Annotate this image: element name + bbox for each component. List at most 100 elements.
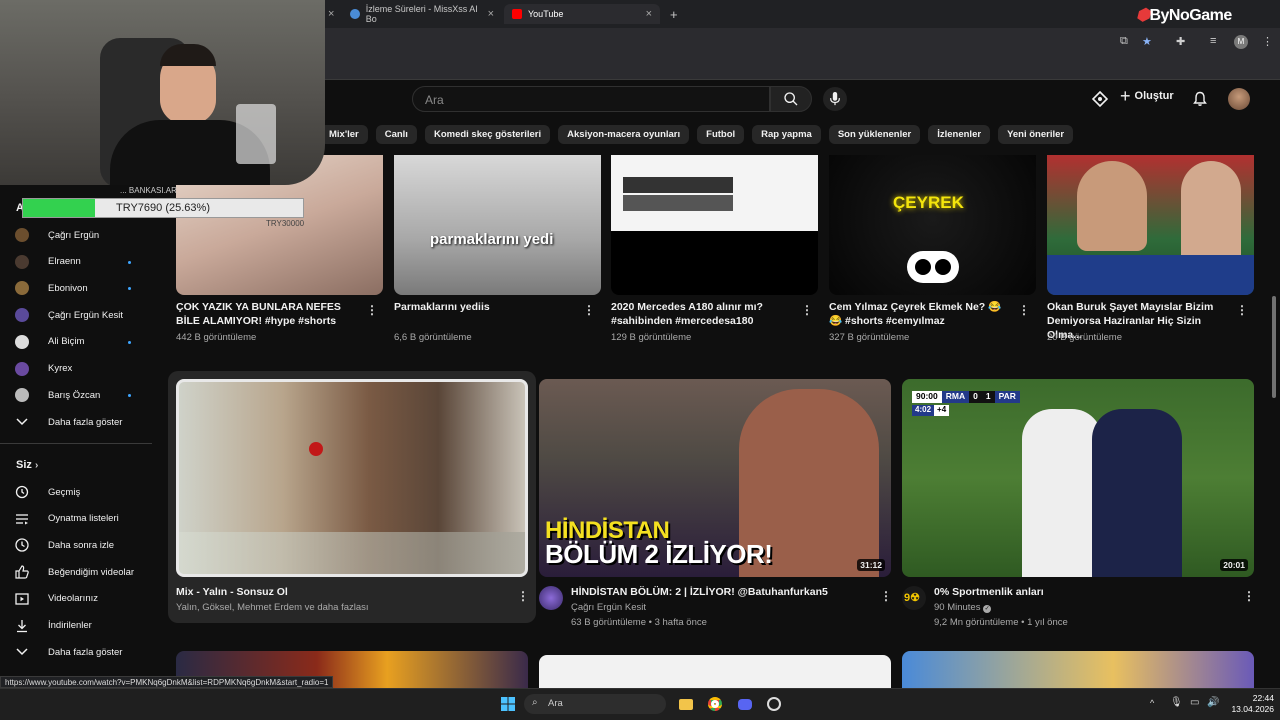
create-button[interactable]: + Oluştur: [1120, 87, 1174, 105]
sidebar-item-label: İndirilenler: [48, 620, 92, 631]
search-button[interactable]: [770, 86, 812, 112]
sidebar-subscription[interactable]: Çağrı Ergün Kesit: [14, 305, 123, 325]
file-explorer-icon[interactable]: [676, 694, 696, 714]
more-actions-icon[interactable]: ⋮: [1243, 590, 1255, 602]
video-thumbnail-mix[interactable]: [176, 379, 528, 577]
sidebar-item-label: Geçmiş: [48, 486, 81, 498]
channel-name[interactable]: 90 Minutes ✓: [934, 602, 992, 613]
tab-youtube[interactable]: YouTube ×: [504, 4, 660, 24]
chrome-icon[interactable]: [705, 694, 725, 714]
more-actions-icon[interactable]: ⋮: [801, 304, 813, 316]
microphone-icon[interactable]: 🎙: [1170, 697, 1183, 708]
short-thumbnail-3[interactable]: [611, 155, 818, 295]
short-title-4[interactable]: Cem Yılmaz Çeyrek Ekmek Ne? 😂 😂 #shorts …: [829, 300, 1009, 328]
extensions-icon[interactable]: ✚: [1176, 35, 1185, 48]
video-thumbnail-hindistan[interactable]: HİNDİSTAN BÖLÜM 2 İZLİYOR! 31:12: [539, 379, 891, 577]
chip-4[interactable]: Futbol: [697, 125, 745, 144]
sidebar-subscription[interactable]: Ebonivon: [14, 278, 88, 298]
sidebar-subscription[interactable]: Barış Özcan: [14, 385, 100, 405]
chip-0[interactable]: Mix'ler: [320, 125, 368, 144]
taskbar-search[interactable]: ⌕ Ara: [524, 694, 666, 714]
short-title-3[interactable]: 2020 Mercedes A180 alınır mı? #sahibinde…: [611, 300, 791, 328]
search-input[interactable]: Ara: [412, 86, 770, 112]
new-tab-button[interactable]: +: [662, 4, 682, 24]
account-avatar[interactable]: [1228, 88, 1250, 110]
video-title-3[interactable]: 0% Sportmenlik anları: [934, 586, 1044, 598]
taskbar-clock[interactable]: 22:44 13.04.2026: [1224, 693, 1274, 715]
gemini-icon[interactable]: [1091, 90, 1109, 108]
sidebar-subscription[interactable]: Kyrex: [14, 359, 72, 379]
subscription-label: Elraenn: [48, 256, 81, 268]
show-more-you[interactable]: Daha fazla göster: [14, 642, 122, 662]
network-icon[interactable]: ▭: [1190, 697, 1199, 708]
short-views-5: 20 B görüntüleme: [1047, 332, 1122, 343]
channel-avatar[interactable]: 9☢: [902, 586, 926, 610]
chip-2[interactable]: Komedi skeç gösterileri: [424, 125, 551, 144]
reading-list-icon[interactable]: ≡: [1210, 35, 1216, 47]
short-title-2[interactable]: Parmaklarını yediis: [394, 300, 574, 314]
download-icon: [14, 618, 30, 634]
show-more-subscriptions[interactable]: Daha fazla göster: [14, 412, 122, 432]
video-thumbnail-6[interactable]: [902, 651, 1254, 688]
start-button[interactable]: [498, 694, 518, 714]
sidebar-item-playlist[interactable]: Oynatma listeleri: [14, 509, 119, 529]
more-actions-icon[interactable]: ⋮: [517, 590, 529, 602]
menu-kebab-icon[interactable]: ⋮: [1262, 35, 1273, 48]
chip-6[interactable]: Son yüklenenler: [828, 125, 921, 144]
sidebar-item-thumbs-up[interactable]: Beğendiğim videolar: [14, 562, 134, 582]
sidebar-subscription[interactable]: Elraenn: [14, 252, 81, 272]
more-actions-icon[interactable]: ⋮: [583, 304, 595, 316]
more-actions-icon[interactable]: ⋮: [366, 304, 378, 316]
bell-icon: [1193, 91, 1207, 106]
chevron-down-icon: [14, 644, 30, 660]
added-time: 4:02 +4: [912, 405, 950, 416]
page-scrollbar[interactable]: [1272, 296, 1276, 398]
video-thumbnail-sportmenlik[interactable]: 90:00 RMA 0 1 PAR 4:02 +4 20:01: [902, 379, 1254, 577]
video-title-1[interactable]: Mix - Yalın - Sonsuz Ol: [176, 586, 288, 598]
history-icon: [14, 484, 30, 500]
video-title-2[interactable]: HİNDİSTAN BÖLÜM: 2 | İZLİYOR! @Batuhanfu…: [571, 586, 828, 598]
more-actions-icon[interactable]: ⋮: [880, 590, 892, 602]
chip-8[interactable]: Yeni öneriler: [998, 125, 1074, 144]
channel-avatar: [14, 307, 30, 323]
short-thumbnail-4[interactable]: ÇEYREK: [829, 155, 1036, 295]
live-dot-icon: [128, 260, 131, 264]
chip-1[interactable]: Canlı: [375, 125, 417, 144]
fan-shape: [236, 104, 276, 164]
profile-avatar[interactable]: M: [1234, 35, 1248, 49]
sidebar-item-video[interactable]: Videolarınız: [14, 589, 98, 609]
more-actions-icon[interactable]: ⋮: [1018, 304, 1030, 316]
notifications-button[interactable]: [1192, 91, 1208, 112]
channel-avatar[interactable]: [539, 586, 563, 610]
tab-close-icon[interactable]: ×: [646, 8, 652, 20]
short-thumbnail-5[interactable]: [1047, 155, 1254, 295]
tab-close-icon[interactable]: ×: [488, 8, 494, 20]
sidebar-item-label: Oynatma listeleri: [48, 513, 119, 525]
donation-progress-bar: TRY7690 (25.63%): [22, 198, 304, 218]
chip-3[interactable]: Aksiyon-macera oyunları: [558, 125, 690, 144]
app-icon[interactable]: [764, 694, 784, 714]
video-thumbnail-5[interactable]: [539, 655, 891, 688]
sidebar-item-history[interactable]: Geçmiş: [14, 482, 80, 502]
discord-icon[interactable]: [735, 694, 755, 714]
volume-icon[interactable]: 🔊: [1207, 697, 1219, 708]
short-thumbnail-2[interactable]: parmaklarını yedi: [394, 155, 601, 295]
chevron-down-icon: [14, 414, 30, 430]
video-artists: Yalın, Göksel, Mehmet Erdem ve daha fazl…: [176, 602, 369, 613]
you-section-title[interactable]: Siz ›: [16, 459, 38, 471]
sidebar-subscription[interactable]: Çağrı Ergün: [14, 225, 99, 245]
tab-izleme-sureleri[interactable]: İzleme Süreleri - MissXss AI Bo ×: [342, 4, 502, 24]
voice-search-button[interactable]: [823, 87, 847, 111]
sidebar-subscription[interactable]: Ali Biçim: [14, 332, 84, 352]
short-title-1[interactable]: ÇOK YAZIK YA BUNLARA NEFES BİLE ALAMIYOR…: [176, 300, 356, 328]
chip-7[interactable]: İzlenenler: [928, 125, 991, 144]
bookmark-star-icon[interactable]: ★: [1142, 35, 1152, 48]
more-actions-icon[interactable]: ⋮: [1236, 304, 1248, 316]
sidebar-item-clock[interactable]: Daha sonra izle: [14, 535, 114, 555]
cast-icon[interactable]: ⧉: [1120, 35, 1128, 48]
chip-5[interactable]: Rap yapma: [752, 125, 821, 144]
subscription-label: Çağrı Ergün: [48, 229, 100, 241]
sidebar-item-download[interactable]: İndirilenler: [14, 616, 92, 636]
tray-chevron-icon[interactable]: ^: [1150, 698, 1154, 708]
channel-name[interactable]: Çağrı Ergün Kesit: [571, 602, 646, 613]
